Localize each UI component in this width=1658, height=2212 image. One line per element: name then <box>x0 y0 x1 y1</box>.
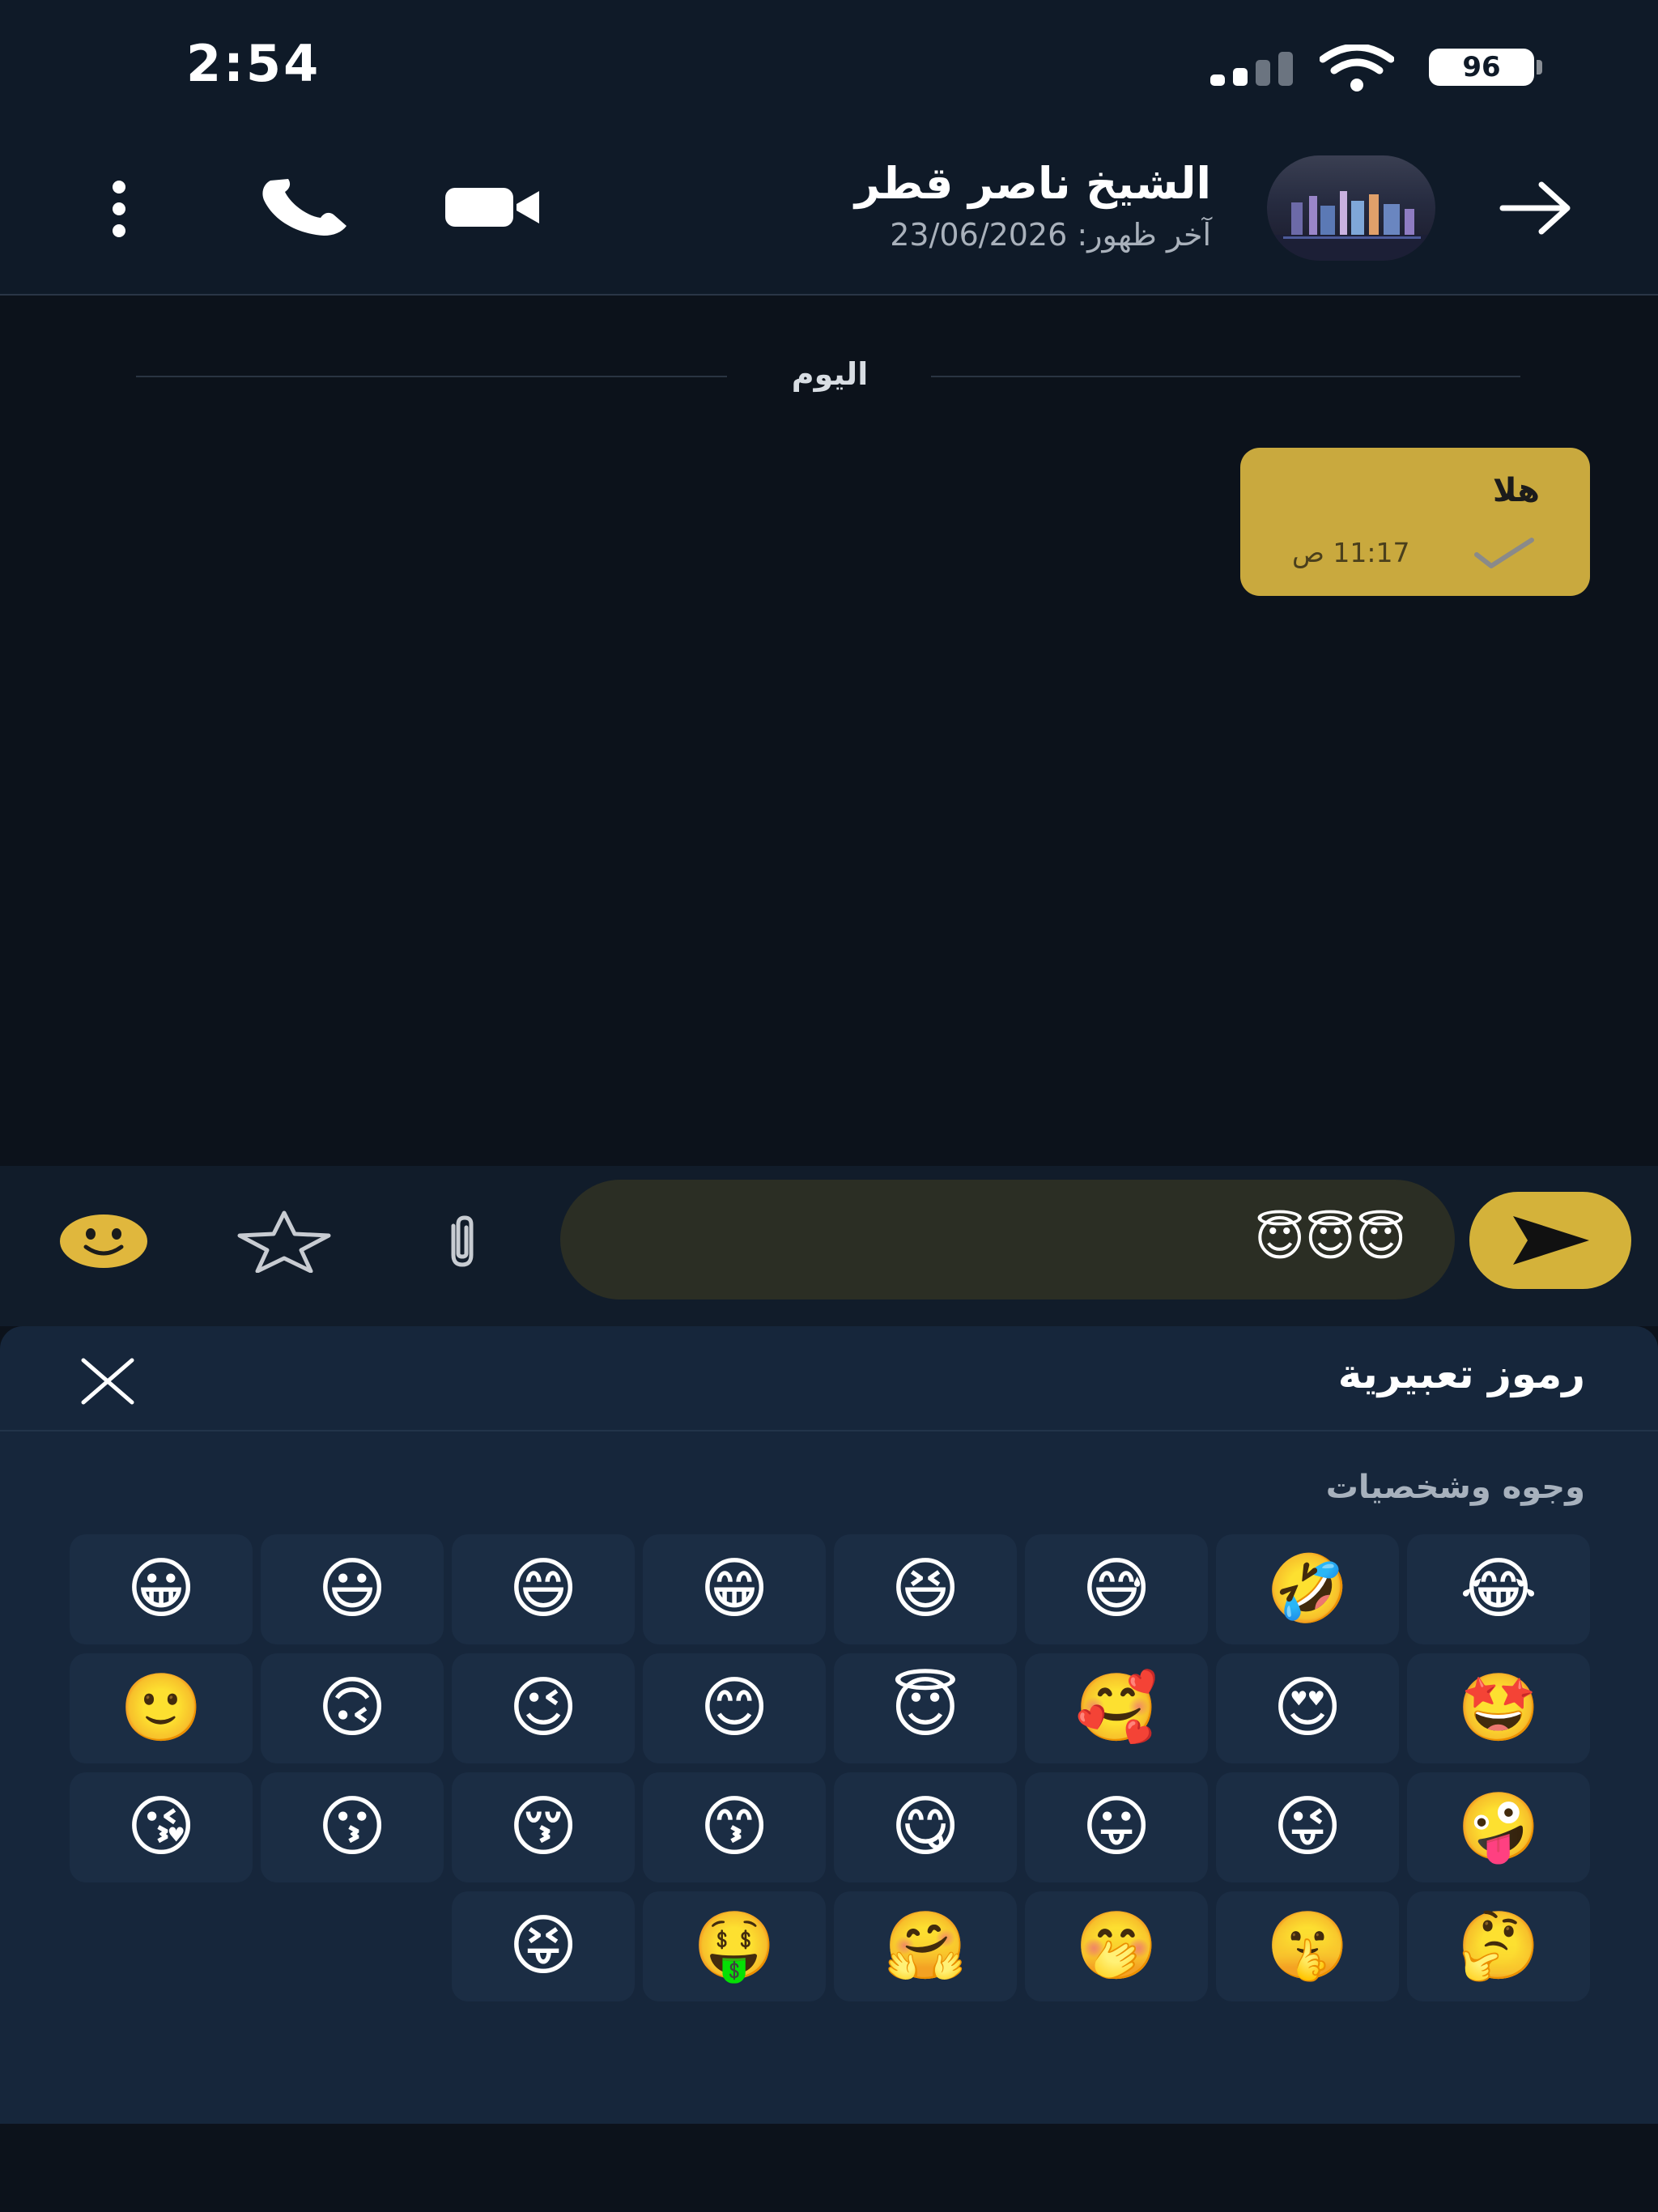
emoji-cell[interactable]: 🤫 <box>1216 1891 1399 2001</box>
send-icon <box>1513 1216 1589 1265</box>
emoji-cell[interactable]: 😍 <box>1216 1653 1399 1763</box>
emoji-cell[interactable]: 🥰 <box>1025 1653 1208 1763</box>
message-input[interactable]: 😇😇😇 <box>560 1180 1455 1300</box>
status-time: 2:54 <box>186 34 321 93</box>
emoji-grid: 😂 🤣 😅 😆 😁 😄 😃 😀 🤩 😍 🥰 😇 😊 😉 🙃 🙂 🤪 😜 😛 😋 😙 😚 😗 😘 🤔 🤫 🤭 🤗 🤑 😝 <box>66 1534 1590 2002</box>
bottom-strip <box>0 2124 1658 2212</box>
date-divider-line <box>931 376 1520 377</box>
more-options-icon[interactable] <box>105 180 133 238</box>
emoji-cell[interactable]: 😃 <box>261 1534 444 1644</box>
emoji-cell[interactable]: 🤪 <box>1407 1772 1590 1882</box>
emoji-cell[interactable]: 🙂 <box>70 1653 253 1763</box>
emoji-cell[interactable]: 😆 <box>834 1534 1017 1644</box>
message-text: هلا <box>1492 472 1540 509</box>
panel-divider <box>0 1430 1658 1431</box>
emoji-cell[interactable]: 😗 <box>261 1772 444 1882</box>
emoji-cell[interactable]: 😊 <box>643 1653 826 1763</box>
contact-name: الشيخ ناصر قطر <box>854 158 1211 209</box>
emoji-cell[interactable]: 😋 <box>834 1772 1017 1882</box>
emoji-cell[interactable]: 😙 <box>643 1772 826 1882</box>
emoji-cell[interactable]: 🤣 <box>1216 1534 1399 1644</box>
battery-icon: 96 <box>1429 49 1534 86</box>
emoji-cell[interactable]: 😄 <box>452 1534 635 1644</box>
emoji-cell[interactable]: 😛 <box>1025 1772 1208 1882</box>
back-arrow-icon[interactable] <box>1498 178 1575 239</box>
close-icon[interactable] <box>77 1357 138 1406</box>
emoji-cell[interactable]: 🤭 <box>1025 1891 1208 2001</box>
emoji-cell[interactable]: 😅 <box>1025 1534 1208 1644</box>
date-divider-line <box>136 376 727 377</box>
emoji-cell[interactable]: 😝 <box>452 1891 635 2001</box>
wifi-icon <box>1320 45 1394 91</box>
emoji-cell[interactable]: 😀 <box>70 1534 253 1644</box>
emoji-cell[interactable]: 😘 <box>70 1772 253 1882</box>
emoji-cell[interactable]: 😜 <box>1216 1772 1399 1882</box>
date-separator: اليوم <box>791 356 869 392</box>
emoji-toggle-icon[interactable] <box>58 1213 149 1270</box>
emoji-cell[interactable]: 😇 <box>834 1653 1017 1763</box>
avatar[interactable] <box>1267 155 1435 261</box>
message-bubble[interactable]: هلا 11:17 ص <box>1240 448 1590 596</box>
emoji-cell[interactable]: 😁 <box>643 1534 826 1644</box>
battery-tip <box>1537 60 1542 74</box>
video-call-icon[interactable] <box>444 185 542 230</box>
emoji-cell[interactable]: 🙃 <box>261 1653 444 1763</box>
message-input-value: 😇😇😇 <box>1254 1210 1406 1267</box>
send-button[interactable] <box>1469 1192 1631 1289</box>
emoji-cell[interactable]: 🤩 <box>1407 1653 1590 1763</box>
emoji-cell[interactable]: 😂 <box>1407 1534 1590 1644</box>
attachment-icon[interactable] <box>437 1214 487 1270</box>
last-seen: آخر ظهور: 23/06/2026 <box>890 217 1211 253</box>
emoji-cell[interactable]: 😚 <box>452 1772 635 1882</box>
emoji-cell[interactable]: 🤗 <box>834 1891 1017 2001</box>
emoji-cell[interactable]: 🤑 <box>643 1891 826 2001</box>
emoji-category-label: وجوه وشخصيات <box>1325 1469 1585 1506</box>
emoji-cell[interactable]: 🤔 <box>1407 1891 1590 2001</box>
signal-icon <box>1210 50 1295 86</box>
star-icon[interactable] <box>235 1210 334 1273</box>
emoji-cell[interactable]: 😉 <box>452 1653 635 1763</box>
message-time: 11:17 ص <box>1292 537 1410 568</box>
emoji-panel-title: رموز تعبيرية <box>1337 1351 1585 1397</box>
sent-check-icon <box>1474 538 1534 568</box>
phone-call-icon[interactable] <box>259 174 352 239</box>
